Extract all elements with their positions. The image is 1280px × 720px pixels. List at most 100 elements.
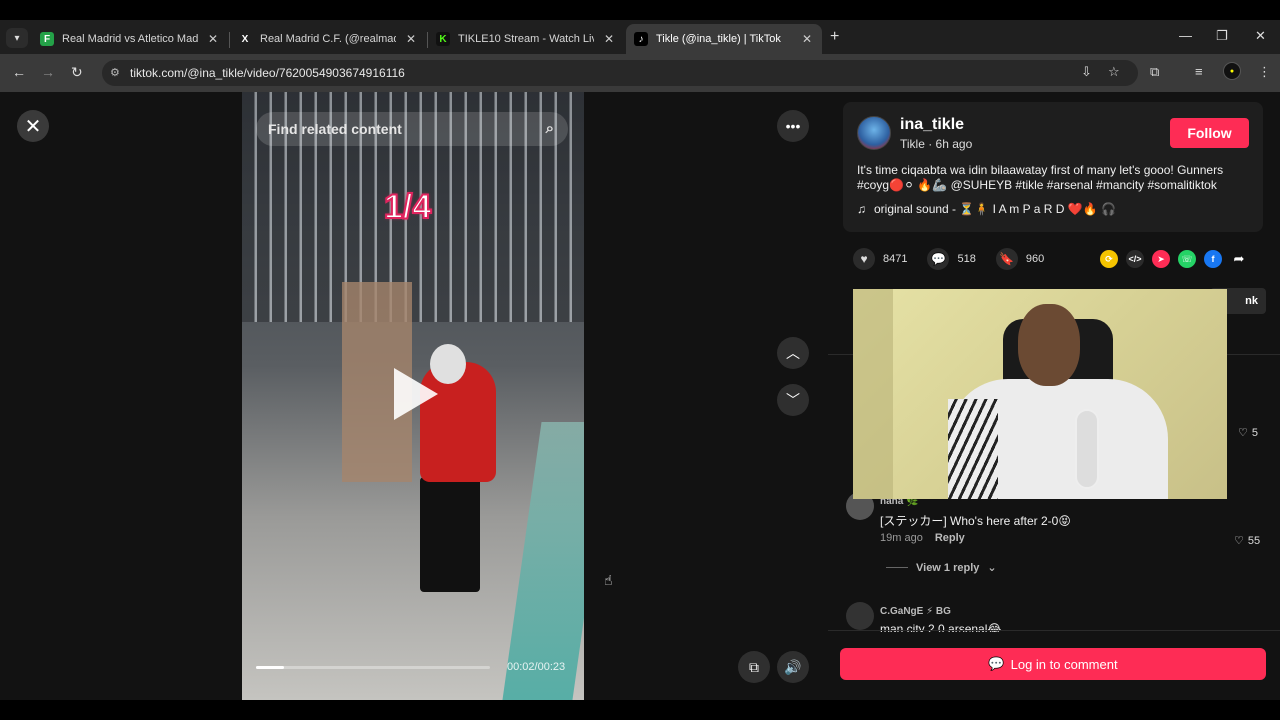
video-counter-overlay: 1/4 (383, 187, 432, 227)
video-frame-person-legs (420, 477, 480, 592)
browser-tab-2[interactable]: X Real Madrid C.F. (@realmadrid) ✕ (230, 24, 426, 54)
heart-outline-icon: ♡ (1234, 535, 1244, 547)
send-to-friends-icon[interactable]: ➤ (1152, 250, 1170, 268)
author-meta: Tikle · 6h ago (900, 137, 973, 151)
commenter-username[interactable]: C.GaNgE ⚡ BG (880, 606, 951, 617)
screen-top-bar (0, 0, 1280, 20)
mouse-cursor-icon: ☝ (604, 572, 613, 588)
like-button[interactable]: ♥ 8471 (853, 248, 907, 270)
facebook-icon[interactable]: f (1204, 250, 1222, 268)
minimize-icon[interactable]: — (1179, 28, 1192, 43)
view-replies-button[interactable]: View 1 reply ⌄ (886, 561, 997, 574)
previous-video-chevron-up-icon[interactable]: ︿ (777, 337, 809, 369)
favorite-button[interactable]: 🔖 960 (995, 248, 1045, 270)
webcam-wall (853, 289, 893, 499)
video-frame-floor-tiles (502, 422, 584, 700)
play-icon[interactable] (394, 368, 438, 420)
comment-meta: 19m ago Reply (880, 532, 965, 544)
bookmark-icon: 🔖 (995, 248, 1018, 270)
like-count: 8471 (883, 253, 908, 265)
comment-text: [ステッカー] Who's here after 2-0😝 (880, 514, 1071, 528)
comment-like-count: 55 (1247, 534, 1261, 547)
tab-favicon-icon: K (436, 32, 450, 46)
reload-icon[interactable]: ↻ (71, 64, 83, 81)
post-details-panel: ina_tikle Tikle · 6h ago Follow It's tim… (828, 92, 1280, 700)
tab-strip: ▾ F Real Madrid vs Atletico Madrid ✕ X R… (0, 20, 1280, 54)
sound-link[interactable]: ♫ original sound - ⏳🧍 I A m P a R D ❤️🔥 … (857, 202, 1116, 216)
comment-like-count: 5 (1251, 426, 1258, 439)
tab-close-icon[interactable]: ✕ (602, 32, 616, 46)
tab-favicon-icon: X (241, 33, 249, 45)
webcam-microphone (1075, 409, 1099, 489)
tab-title: Tikle (@ina_tikle) | TikTok (656, 33, 781, 45)
share-row: ⟳ </> ➤ ☏ f ➦ (1100, 250, 1248, 268)
whatsapp-icon[interactable]: ☏ (1178, 250, 1196, 268)
browser-tab-1[interactable]: F Real Madrid vs Atletico Madrid ✕ (32, 24, 228, 54)
heart-outline-icon: ♡ (1238, 427, 1248, 439)
tab-close-icon[interactable]: ✕ (404, 32, 418, 46)
search-icon[interactable]: ⌕ (546, 120, 554, 137)
comment-button[interactable]: 💬 518 (927, 248, 976, 270)
commenter-avatar[interactable] (846, 602, 874, 630)
comment-input-divider (828, 630, 1280, 631)
floating-webcam-video[interactable] (853, 289, 1227, 499)
author-username[interactable]: ina_tikle (900, 116, 964, 134)
share-arrow-icon[interactable]: ➦ (1230, 250, 1248, 268)
back-arrow-icon[interactable]: ← (12, 64, 26, 80)
close-video-icon[interactable]: ✕ (17, 110, 49, 142)
more-menu-icon[interactable]: ⋮ (1258, 64, 1271, 80)
floating-player-icon[interactable]: ⧉ (738, 651, 770, 683)
find-related-search[interactable]: Find related content ⌕ (256, 112, 568, 146)
site-info-icon[interactable]: ⚙ (110, 66, 120, 79)
install-app-icon[interactable]: ⇩ (1081, 64, 1092, 80)
bookmark-star-icon[interactable]: ☆ (1108, 64, 1120, 80)
more-options-icon[interactable]: ••• (777, 110, 809, 142)
post-caption: It's time ciqaabta wa idin bilaawatay fi… (857, 163, 1224, 192)
search-placeholder: Find related content (268, 121, 402, 137)
comment-like[interactable]: ♡ 55 (1234, 534, 1261, 548)
video-progress-bar[interactable] (256, 666, 490, 669)
chevron-down-icon: ⌄ (987, 562, 997, 574)
follow-button[interactable]: Follow (1170, 118, 1249, 148)
post-description-card: ina_tikle Tikle · 6h ago Follow It's tim… (843, 102, 1263, 232)
login-to-comment-button[interactable]: 💬 Log in to comment (840, 648, 1266, 680)
tab-title: Real Madrid vs Atletico Madrid (62, 33, 198, 45)
author-avatar[interactable] (857, 116, 891, 150)
address-bar[interactable]: ⚙ tiktok.com/@ina_tikle/video/7620054903… (102, 60, 1138, 86)
reply-line (886, 567, 908, 568)
heart-icon: ♥ (853, 248, 875, 270)
window-close-icon[interactable]: ✕ (1255, 28, 1266, 44)
comment-like[interactable]: ♡ 5 (1238, 426, 1258, 440)
tab-title: Real Madrid C.F. (@realmadrid) (260, 33, 396, 45)
browser-tab-3[interactable]: K TIKLE10 Stream - Watch Live on ✕ (428, 24, 624, 54)
comment-bubble-icon: 💬 (927, 248, 950, 270)
reply-button[interactable]: Reply (935, 532, 965, 544)
repost-icon[interactable]: ⟳ (1100, 250, 1118, 268)
browser-toolbar: ← → ↻ ⚙ tiktok.com/@ina_tikle/video/7620… (0, 54, 1280, 92)
volume-icon[interactable]: 🔊 (777, 651, 809, 683)
music-note-icon: ♫ (857, 202, 866, 216)
restore-icon[interactable]: ❐ (1216, 28, 1228, 44)
tab-close-icon[interactable]: ✕ (206, 32, 220, 46)
next-video-chevron-down-icon[interactable]: ﹀ (777, 384, 809, 416)
url-text: tiktok.com/@ina_tikle/video/762005490367… (130, 66, 405, 80)
save-count: 960 (1025, 253, 1045, 265)
webcam-sleeve-stripes (948, 399, 998, 499)
view-replies-label: View 1 reply (916, 561, 980, 574)
tiktok-video-page: ✕ Find related content ⌕ 1/4 00:02/00:23… (0, 92, 1280, 700)
media-control-icon[interactable]: ≡ (1195, 64, 1203, 79)
comment-time: 19m ago (880, 532, 923, 544)
forward-arrow-icon[interactable]: → (41, 64, 55, 80)
extensions-icon[interactable]: ⧉ (1150, 64, 1159, 80)
profile-avatar[interactable]: ● (1223, 62, 1241, 80)
video-progress-fill (256, 666, 285, 669)
video-timecode: 00:02/00:23 (507, 661, 566, 673)
video-player[interactable]: Find related content ⌕ 1/4 00:02/00:23 (242, 92, 584, 700)
browser-tab-4-active[interactable]: ♪ Tikle (@ina_tikle) | TikTok ✕ (626, 24, 822, 54)
embed-code-icon[interactable]: </> (1126, 250, 1144, 268)
tab-close-icon[interactable]: ✕ (800, 32, 814, 46)
tab-title: TIKLE10 Stream - Watch Live on (458, 33, 594, 45)
new-tab-plus-icon[interactable]: + (830, 28, 839, 46)
tiktok-favicon-icon: ♪ (634, 32, 648, 46)
tab-search-button[interactable]: ▾ (6, 28, 28, 48)
